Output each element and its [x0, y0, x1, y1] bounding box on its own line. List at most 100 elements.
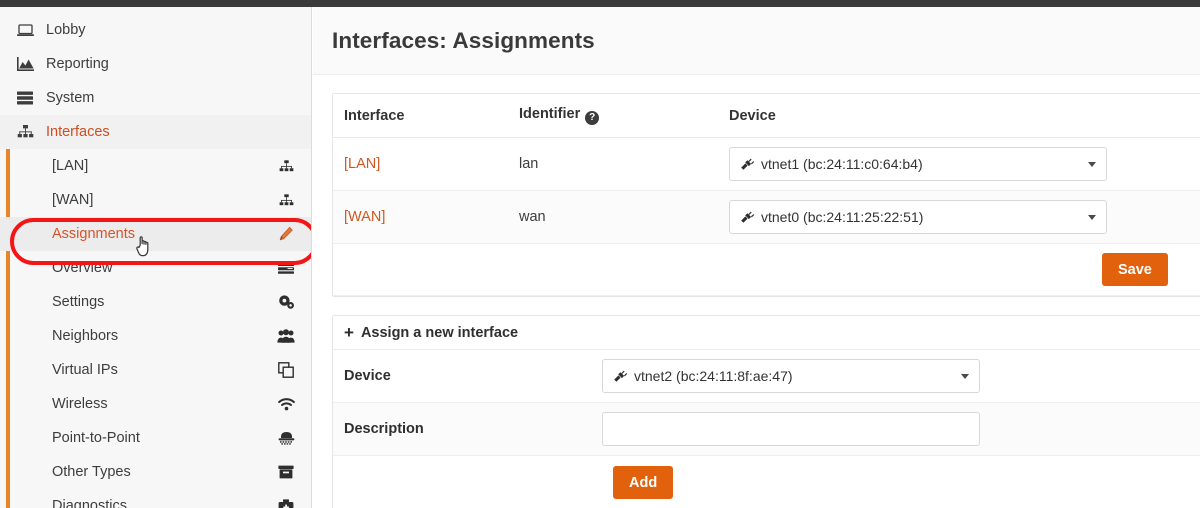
table-actions-row: Save	[333, 243, 1200, 296]
main-content: Interfaces: Assignments Interface Identi…	[313, 7, 1200, 508]
sidebar-top-nav: Lobby Reporting System Interfaces	[0, 7, 311, 149]
sidebar-item-wan[interactable]: [WAN]	[0, 183, 311, 217]
sidebar-item-label: [WAN]	[52, 191, 94, 208]
table-header-row: Interface Identifier? Device	[333, 94, 1200, 138]
cell-interface: [WAN]	[333, 190, 508, 244]
plug-icon	[740, 211, 755, 224]
sidebar-item-label: Point-to-Point	[52, 429, 140, 446]
cell-device: vtnet0 (bc:24:11:25:22:51)	[718, 190, 1200, 244]
sidebar-item-label: Virtual IPs	[52, 361, 118, 378]
new-description-label: Description	[344, 421, 424, 437]
add-button-wrap: Add	[344, 466, 674, 499]
column-header-device: Device	[718, 94, 1200, 138]
sidebar-item-label: Diagnostics	[52, 497, 127, 508]
save-button[interactable]: Save	[1102, 253, 1168, 286]
plug-icon	[740, 158, 755, 171]
app-window: Lobby Reporting System Interfaces [LAN] …	[0, 0, 1200, 508]
page-title: Interfaces: Assignments	[332, 27, 595, 53]
sidebar: Lobby Reporting System Interfaces [LAN] …	[0, 7, 312, 508]
sidebar-item-label: [LAN]	[52, 157, 89, 174]
save-button-wrap: Save	[718, 253, 1200, 286]
new-description-input[interactable]	[602, 412, 980, 446]
sidebar-item-label: Assignments	[52, 225, 136, 242]
sidebar-item-label: Settings	[52, 293, 105, 310]
clone-icon	[277, 361, 295, 379]
sitemap-icon	[14, 123, 36, 141]
sidebar-item-virtual-ips[interactable]: Virtual IPs	[0, 353, 311, 387]
cell-identifier: lan	[508, 137, 718, 191]
new-device-label: Device	[344, 368, 391, 384]
new-description-row: Description	[333, 403, 1200, 456]
new-device-row: Device vtnet2 (bc:24:11:8f:ae:47)	[333, 350, 1200, 403]
device-select-lan[interactable]: vtnet1 (bc:24:11:c0:64:b4)	[729, 147, 1107, 181]
pencil-icon	[277, 225, 295, 243]
gears-icon	[277, 293, 295, 311]
window-top-bar	[0, 0, 1200, 7]
sidebar-item-label: System	[46, 89, 95, 106]
chevron-down-icon	[1088, 162, 1096, 167]
wifi-icon	[277, 395, 295, 413]
archive-icon	[277, 463, 295, 481]
new-device-select-value: vtnet2 (bc:24:11:8f:ae:47)	[634, 368, 793, 384]
chevron-down-icon	[961, 374, 969, 379]
sidebar-item-settings[interactable]: Settings	[0, 285, 311, 319]
assign-new-interface-card: + Assign a new interface Device vtnet2 (…	[332, 315, 1200, 508]
fax-icon	[277, 429, 295, 447]
sidebar-item-lan[interactable]: [LAN]	[0, 149, 311, 183]
table-row: [WAN] wan vtnet0 (bc:24:11:25:22:51)	[333, 190, 1200, 244]
sidebar-item-label: Neighbors	[52, 327, 119, 344]
sidebar-item-system[interactable]: System	[0, 81, 311, 115]
sidebar-item-point-to-point[interactable]: Point-to-Point	[0, 421, 311, 455]
cell-empty	[333, 243, 508, 296]
assign-new-interface-label: Assign a new interface	[360, 324, 519, 341]
cell-identifier: wan	[508, 190, 718, 244]
medkit-icon	[277, 497, 295, 508]
interface-link-lan[interactable]: [LAN]	[344, 156, 380, 172]
new-device-select[interactable]: vtnet2 (bc:24:11:8f:ae:47)	[602, 359, 980, 393]
device-select-wan[interactable]: vtnet0 (bc:24:11:25:22:51)	[729, 200, 1107, 234]
chart-area-icon	[14, 55, 36, 73]
sidebar-sub-nav: [LAN] [WAN] Assignments Overview Setting…	[0, 149, 311, 508]
device-select-wan-value: vtnet0 (bc:24:11:25:22:51)	[761, 209, 924, 225]
sidebar-item-neighbors[interactable]: Neighbors	[0, 319, 311, 353]
sitemap-icon	[277, 191, 295, 209]
list-icon	[277, 259, 295, 277]
cell-device: vtnet1 (bc:24:11:c0:64:b4)	[718, 137, 1200, 191]
sidebar-item-label: Reporting	[46, 55, 109, 72]
users-icon	[277, 327, 295, 345]
help-icon[interactable]: ?	[585, 111, 600, 125]
sidebar-item-label: Wireless	[52, 395, 108, 412]
sidebar-item-label: Overview	[52, 259, 113, 276]
assign-new-interface-header[interactable]: + Assign a new interface	[333, 316, 1200, 350]
page-header: Interfaces: Assignments	[313, 7, 1200, 75]
sidebar-item-wireless[interactable]: Wireless	[0, 387, 311, 421]
column-header-identifier: Identifier?	[508, 94, 718, 138]
server-icon	[14, 89, 36, 107]
sidebar-item-label: Other Types	[52, 463, 131, 480]
sidebar-item-diagnostics[interactable]: Diagnostics	[0, 489, 311, 508]
interface-link-wan[interactable]: [WAN]	[344, 209, 385, 225]
cell-interface: [LAN]	[333, 137, 508, 191]
sidebar-section-label: Interfaces	[46, 123, 110, 140]
add-button[interactable]: Add	[613, 466, 674, 499]
column-header-interface: Interface	[333, 94, 508, 138]
plus-icon: +	[344, 323, 354, 342]
sidebar-item-lobby[interactable]: Lobby	[0, 13, 311, 47]
sidebar-item-other-types[interactable]: Other Types	[0, 455, 311, 489]
mouse-cursor-pointer-icon	[136, 233, 158, 259]
chevron-down-icon	[1088, 215, 1096, 220]
sidebar-item-reporting[interactable]: Reporting	[0, 47, 311, 81]
table-row: [LAN] lan vtnet1 (bc:24:11:c0:64:b4)	[333, 137, 1200, 191]
sidebar-section-interfaces[interactable]: Interfaces	[0, 115, 311, 149]
assignments-table: Interface Identifier? Device [LAN] lan v…	[333, 94, 1200, 296]
add-button-row: Add	[333, 456, 1200, 508]
sitemap-icon	[277, 157, 295, 175]
plug-icon	[613, 370, 628, 383]
content-area: Interface Identifier? Device [LAN] lan v…	[313, 75, 1200, 508]
device-select-lan-value: vtnet1 (bc:24:11:c0:64:b4)	[761, 156, 923, 172]
sidebar-item-label: Lobby	[46, 21, 86, 38]
assignments-card: Interface Identifier? Device [LAN] lan v…	[332, 93, 1200, 297]
cell-empty	[508, 243, 718, 296]
cell-save-button: Save	[718, 243, 1200, 296]
column-header-identifier-text: Identifier	[519, 106, 581, 122]
